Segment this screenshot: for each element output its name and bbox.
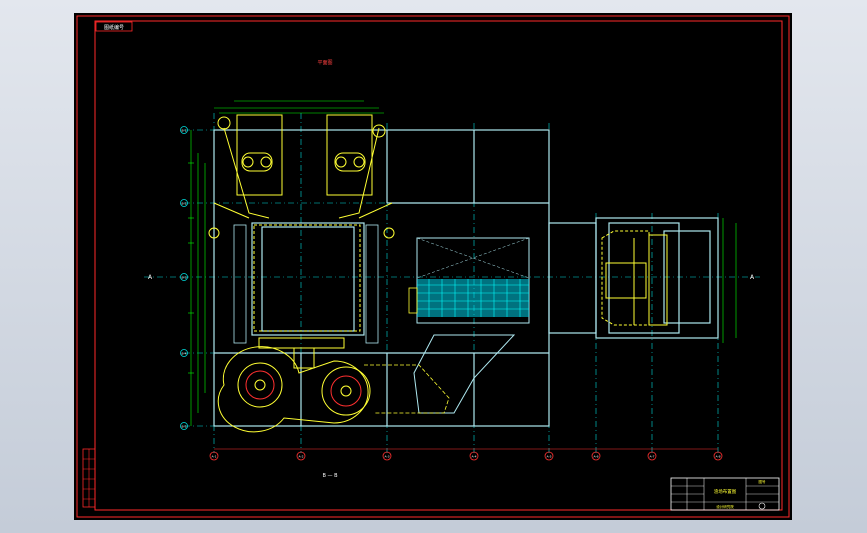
- drawing-sheet[interactable]: 图纸编号 平面图 A A B-1 B-2 B-3 B-4 B-5 A-1 A-2…: [74, 13, 792, 520]
- drive-wheels: [217, 337, 371, 433]
- column-right: [365, 224, 379, 344]
- company-logo: [758, 502, 766, 510]
- svg-text:A-6: A-6: [594, 455, 599, 459]
- svg-text:A-2: A-2: [299, 455, 304, 459]
- svg-text:B-3: B-3: [181, 276, 186, 280]
- section-mark-right: A: [750, 274, 755, 281]
- section-label: B — B: [322, 473, 338, 479]
- corner-tag: 图纸编号: [104, 24, 124, 31]
- svg-text:A-8: A-8: [716, 455, 721, 459]
- crane-equipment: [208, 112, 395, 239]
- svg-text:B-4: B-4: [181, 352, 186, 356]
- hopper-area: [408, 237, 530, 324]
- svg-text:A-4: A-4: [472, 455, 477, 459]
- building-outline: [213, 129, 719, 427]
- drawing-canvas: 图纸编号 平面图 A A B-1 B-2 B-3 B-4 B-5 A-1 A-2…: [76, 15, 790, 518]
- svg-text:B-2: B-2: [181, 202, 186, 206]
- discharge-chute: [413, 334, 516, 414]
- left-grid-bubbles: B-1 B-2 B-3 B-4 B-5: [180, 126, 188, 430]
- chute-inner: [364, 364, 450, 414]
- svg-text:A-7: A-7: [650, 455, 655, 459]
- cad-viewport: 图纸编号 平面图 A A B-1 B-2 B-3 B-4 B-5 A-1 A-2…: [0, 0, 867, 533]
- plan-title: 平面图: [317, 60, 332, 66]
- bottom-grid-bubbles: A-1 A-2 A-3 A-4 A-5 A-6 A-7 A-8: [209, 448, 723, 461]
- svg-text:A-1: A-1: [212, 455, 217, 459]
- svg-text:A-3: A-3: [385, 455, 390, 459]
- title-project: 渣场布置图: [714, 488, 737, 495]
- column-left: [233, 224, 247, 344]
- pit-outline: [253, 224, 361, 332]
- right-equipment: [601, 230, 668, 326]
- title-drawing-no: 图号: [759, 479, 767, 484]
- dimension-lines: [188, 100, 737, 426]
- section-mark-left: A: [148, 274, 153, 281]
- svg-text:B-5: B-5: [181, 425, 186, 429]
- title-company: 设计研究院: [716, 504, 734, 509]
- title-block: 渣场布置图 图号 设计研究院: [670, 477, 780, 511]
- outer-frame: [76, 15, 790, 518]
- svg-text:B-1: B-1: [181, 129, 186, 133]
- revision-strip: [82, 448, 96, 508]
- svg-text:A-5: A-5: [547, 455, 552, 459]
